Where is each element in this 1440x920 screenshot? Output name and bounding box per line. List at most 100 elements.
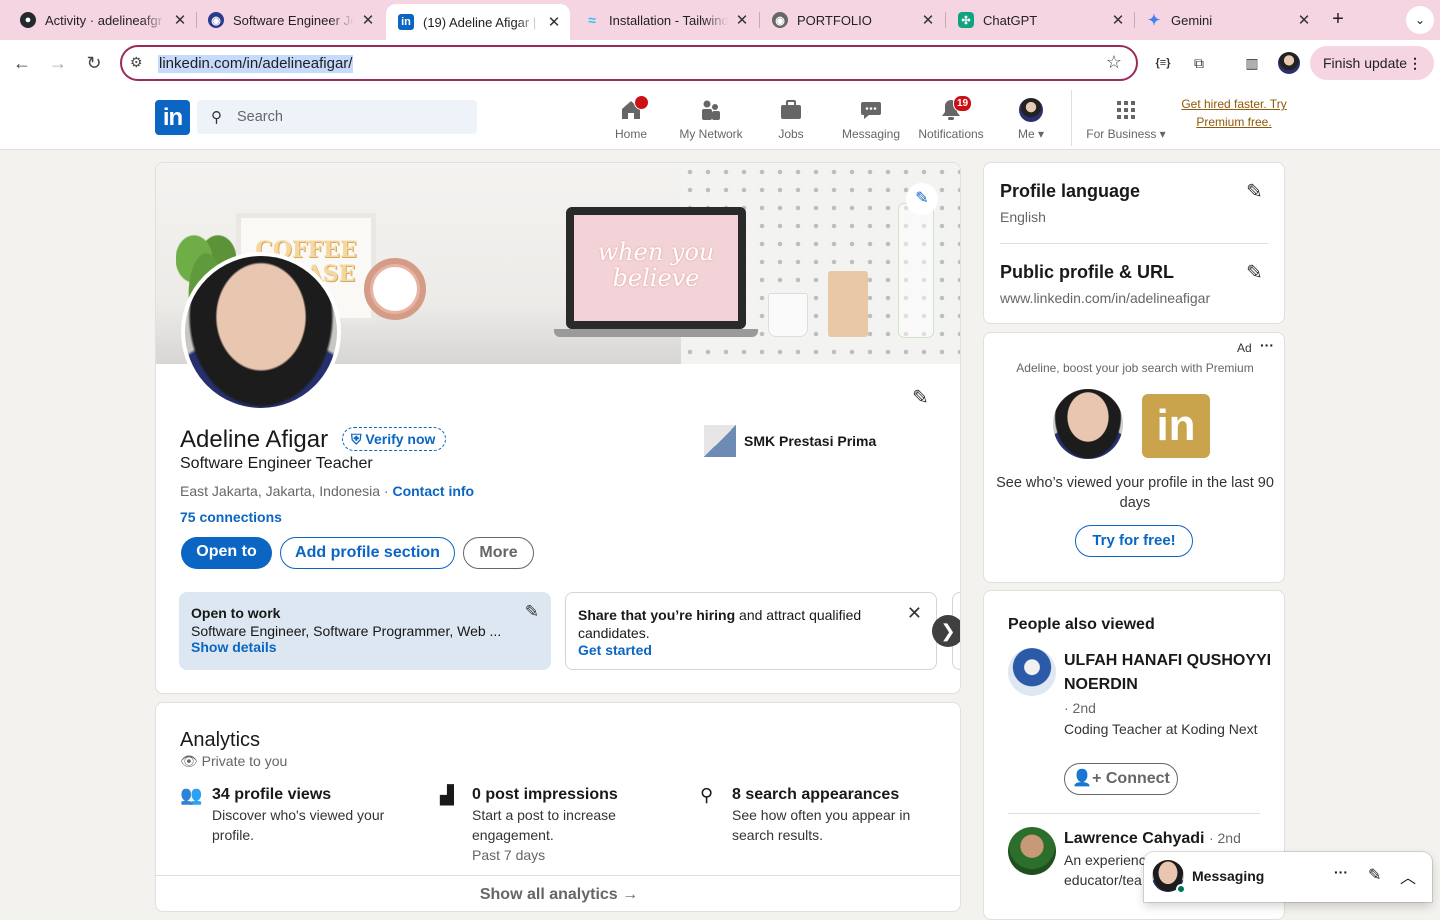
- caret-down-icon: ▾: [1034, 127, 1045, 141]
- new-tab-button[interactable]: +: [1326, 8, 1350, 32]
- close-icon[interactable]: ✕: [920, 11, 936, 29]
- tab-title: (19) Adeline Afigar | L: [423, 14, 540, 30]
- linkedin-logo[interactable]: in: [155, 100, 190, 135]
- search-icon: ⚲: [700, 785, 714, 805]
- add-profile-section-button[interactable]: Add profile section: [280, 537, 455, 569]
- avatar[interactable]: [1008, 648, 1056, 696]
- open-to-work-card[interactable]: Open to work Software Engineer, Software…: [179, 592, 551, 670]
- more-horizontal-icon[interactable]: ···: [1260, 337, 1274, 353]
- analytics-title: Analytics: [180, 729, 261, 751]
- extension-icon[interactable]: {≡}: [1152, 52, 1174, 74]
- show-details-link[interactable]: Show details: [191, 639, 539, 655]
- edit-url-pencil-icon[interactable]: ✎: [1246, 260, 1263, 285]
- close-icon[interactable]: ✕: [907, 603, 922, 624]
- close-icon[interactable]: ✕: [546, 13, 562, 31]
- more-vert-icon: ⋮: [1408, 55, 1422, 71]
- browser-tab[interactable]: ✦ Gemini ✕: [1134, 6, 1320, 34]
- try-for-free-button[interactable]: Try for free!: [1075, 525, 1193, 557]
- nav-jobs[interactable]: Jobs: [751, 98, 831, 141]
- person-name[interactable]: Lawrence Cahyadi: [1064, 830, 1205, 847]
- close-icon[interactable]: ✕: [734, 11, 750, 29]
- close-icon[interactable]: ✕: [1110, 11, 1126, 29]
- nav-home[interactable]: Home: [591, 95, 671, 141]
- site-settings-icon[interactable]: ⚙: [130, 54, 143, 71]
- edit-banner-button[interactable]: ✎: [906, 183, 938, 215]
- chevron-up-icon[interactable]: ︿: [1400, 864, 1416, 888]
- profile-photo[interactable]: [181, 252, 341, 412]
- privacy-label: Private to you: [201, 753, 288, 769]
- education-entry[interactable]: SMK Prestasi Prima: [704, 425, 876, 457]
- finish-update-label: Finish update: [1323, 55, 1408, 71]
- ad-body-text: See who’s viewed your profile in the las…: [996, 475, 1274, 511]
- arrow-left-icon: ←: [13, 53, 31, 73]
- analytics-stat[interactable]: ▟ 0 post impressions Start a post to inc…: [440, 785, 670, 865]
- eye-icon: 👁: [180, 753, 198, 769]
- carousel-next-button[interactable]: ❯: [932, 615, 960, 647]
- browser-tab-active[interactable]: in (19) Adeline Afigar | L ✕: [386, 4, 570, 40]
- close-icon[interactable]: ✕: [360, 11, 376, 29]
- url-text[interactable]: linkedin.com/in/adelineafigar/: [158, 55, 354, 73]
- forward-button[interactable]: →: [44, 49, 72, 77]
- avatar[interactable]: [1008, 827, 1056, 875]
- verify-now-button[interactable]: ⛨ Verify now: [342, 427, 447, 451]
- browser-tab[interactable]: ● Activity · adelineafgr ✕: [8, 6, 196, 34]
- vase-decoration: [898, 203, 934, 338]
- browser-tab[interactable]: ◉ PORTFOLIO ✕: [760, 6, 944, 34]
- address-bar[interactable]: ⚙ linkedin.com/in/adelineafigar/ ☆: [120, 45, 1138, 81]
- finish-update-button[interactable]: Finish update ⋮: [1310, 46, 1434, 80]
- globe-icon: ◉: [772, 12, 788, 28]
- analytics-stat[interactable]: 👥 34 profile views Discover who's viewed…: [180, 785, 410, 845]
- search-input[interactable]: ⚲ Search: [197, 100, 477, 134]
- side-panel-icon[interactable]: ▥: [1241, 52, 1263, 74]
- browser-tab[interactable]: ✣ ChatGPT ✕: [946, 6, 1134, 34]
- more-horizontal-icon[interactable]: ···: [1334, 864, 1348, 880]
- puzzle-extensions-icon[interactable]: ⧉: [1188, 52, 1210, 74]
- profile-settings-card: Profile language English ✎ Public profil…: [983, 162, 1285, 324]
- analytics-stat[interactable]: ⚲ 8 search appearances See how often you…: [700, 785, 930, 845]
- public-profile-url: www.linkedin.com/in/adelineafigar: [1000, 290, 1211, 306]
- linkedin-premium-logo: in: [1142, 394, 1210, 458]
- nav-label: Me: [1017, 127, 1035, 141]
- bell-icon: 19: [911, 95, 991, 122]
- nav-me[interactable]: Me ▾: [991, 98, 1071, 141]
- nav-notifications[interactable]: 19 Notifications: [911, 95, 991, 141]
- messaging-overlay[interactable]: Messaging ··· ✎ ︿: [1144, 852, 1432, 902]
- stat-description: Start a post to increase engagement.: [472, 807, 616, 843]
- edit-intro-pencil-icon[interactable]: ✎: [912, 385, 929, 410]
- close-icon[interactable]: ✕: [1296, 11, 1312, 29]
- tab-search-button[interactable]: ⌄: [1406, 6, 1434, 34]
- browser-tab[interactable]: ≈ Installation - Tailwind ✕: [572, 6, 758, 34]
- browser-tab[interactable]: ◉ Software Engineer Jo ✕: [196, 6, 384, 34]
- ad-label: Ad: [1237, 341, 1252, 355]
- reload-button[interactable]: ↻: [80, 49, 108, 77]
- search-placeholder: Search: [237, 109, 283, 125]
- compose-icon[interactable]: ✎: [1368, 865, 1381, 885]
- open-to-button[interactable]: Open to: [181, 537, 272, 569]
- close-icon[interactable]: ✕: [172, 11, 188, 29]
- tab-title: Software Engineer Jo: [233, 12, 354, 28]
- home-icon: [591, 95, 671, 122]
- bookmark-star-icon[interactable]: ☆: [1106, 52, 1122, 73]
- connections-link[interactable]: 75 connections: [180, 509, 282, 525]
- more-button[interactable]: More: [463, 537, 534, 569]
- person-name[interactable]: ULFAH HANAFI QUSHOYYI NOERDIN: [1064, 649, 1284, 697]
- back-button[interactable]: ←: [8, 49, 36, 77]
- profile-name: Adeline Afigar: [180, 426, 329, 453]
- nav-label: Jobs: [778, 127, 804, 141]
- linkedin-global-nav: in ⚲ Search Home My Network Jobs Messagi…: [0, 86, 1440, 150]
- profile-language-value: English: [1000, 209, 1046, 225]
- logo-text: in: [162, 104, 183, 131]
- nav-for-business[interactable]: For Business ▾: [1082, 98, 1170, 141]
- connect-button[interactable]: 👤+ Connect: [1064, 763, 1178, 795]
- contact-info-link[interactable]: Contact info: [392, 483, 474, 499]
- browser-profile-avatar[interactable]: [1278, 52, 1300, 74]
- nav-my-network[interactable]: My Network: [671, 98, 751, 141]
- connection-degree: · 2nd: [1064, 700, 1096, 716]
- edit-language-pencil-icon[interactable]: ✎: [1246, 179, 1263, 204]
- premium-upsell-link[interactable]: Get hired faster. Try Premium free.: [1180, 95, 1288, 131]
- laptop-screen-text: when you believe: [574, 215, 738, 321]
- person-entry: ULFAH HANAFI QUSHOYYI NOERDIN · 2nd Codi…: [1064, 649, 1284, 739]
- pencil-icon[interactable]: ✎: [525, 602, 539, 622]
- nav-messaging[interactable]: Messaging: [831, 98, 911, 141]
- get-started-link[interactable]: Get started: [578, 642, 924, 658]
